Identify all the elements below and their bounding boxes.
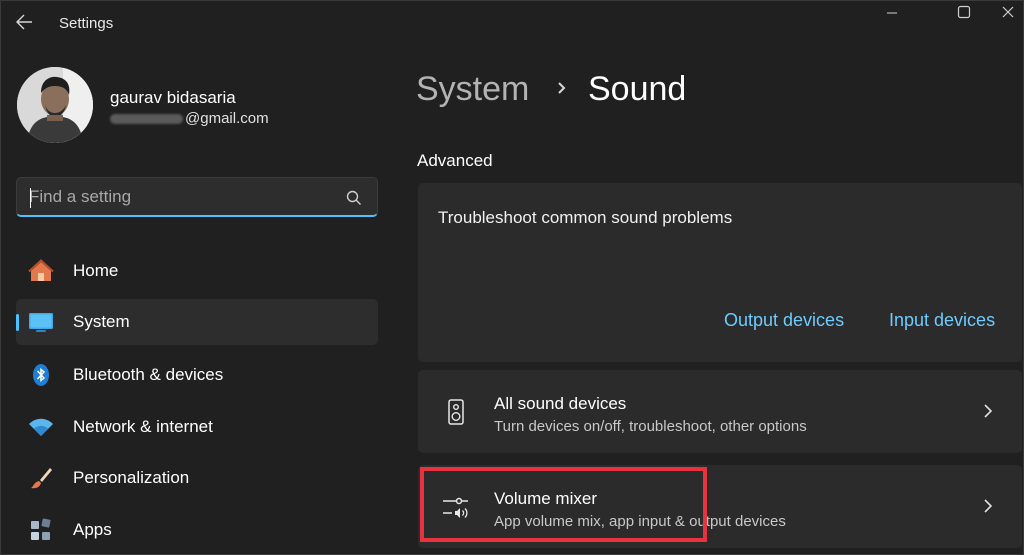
sidebar-item-label: Bluetooth & devices bbox=[73, 365, 224, 384]
sidebar-item-network[interactable]: Network & internet bbox=[16, 404, 378, 450]
speaker-icon bbox=[448, 399, 464, 425]
user-name: gaurav bidasaria bbox=[110, 88, 236, 107]
minimize-button[interactable] bbox=[870, 2, 914, 24]
row-subtitle: Turn devices on/off, troubleshoot, other… bbox=[494, 418, 807, 435]
sidebar-item-apps[interactable]: Apps bbox=[16, 507, 378, 553]
brush-icon bbox=[31, 468, 52, 489]
maximize-button[interactable] bbox=[942, 2, 986, 24]
troubleshoot-card: Troubleshoot common sound problems Outpu… bbox=[418, 183, 1022, 362]
back-button[interactable] bbox=[12, 10, 38, 34]
profile-photo bbox=[17, 67, 93, 143]
active-indicator bbox=[16, 314, 19, 331]
input-devices-link[interactable]: Input devices bbox=[889, 310, 995, 331]
user-email: @gmail.com bbox=[110, 110, 269, 127]
wifi-icon bbox=[29, 418, 53, 436]
bluetooth-icon bbox=[33, 364, 49, 386]
sidebar-item-bluetooth[interactable]: Bluetooth & devices bbox=[16, 352, 378, 398]
all-sound-devices-row[interactable]: All sound devices Turn devices on/off, t… bbox=[418, 370, 1022, 453]
sidebar-item-label: Apps bbox=[73, 520, 112, 539]
chevron-right-icon bbox=[558, 82, 566, 94]
breadcrumb-parent[interactable]: System bbox=[416, 70, 529, 109]
sidebar-item-system[interactable]: System bbox=[16, 299, 378, 345]
sidebar-item-label: Home bbox=[73, 261, 119, 280]
highlight-annotation bbox=[420, 467, 707, 542]
chevron-right-icon bbox=[984, 404, 993, 418]
email-redaction bbox=[110, 113, 183, 124]
row-title: All sound devices bbox=[494, 394, 627, 413]
search-input[interactable] bbox=[29, 184, 329, 210]
email-suffix: @gmail.com bbox=[185, 110, 269, 127]
app-title: Settings bbox=[59, 15, 114, 32]
sidebar-item-home[interactable]: Home bbox=[16, 248, 378, 294]
avatar[interactable] bbox=[17, 67, 93, 143]
maximize-icon bbox=[957, 5, 971, 19]
title-bar: Settings bbox=[0, 0, 1024, 44]
sidebar-item-label: System bbox=[73, 312, 130, 331]
arrow-left-icon bbox=[16, 14, 32, 30]
close-icon bbox=[1002, 6, 1014, 18]
output-devices-link[interactable]: Output devices bbox=[724, 310, 844, 331]
page-title: Sound bbox=[588, 70, 687, 108]
text-caret bbox=[30, 188, 31, 208]
section-title: Advanced bbox=[417, 151, 493, 170]
home-icon bbox=[28, 259, 54, 281]
chevron-right-icon bbox=[984, 499, 993, 513]
monitor-icon bbox=[29, 313, 53, 332]
sidebar-item-label: Personalization bbox=[73, 468, 190, 487]
troubleshoot-label: Troubleshoot common sound problems bbox=[438, 208, 733, 227]
sidebar-item-label: Network & internet bbox=[73, 417, 213, 436]
sidebar-item-personalization[interactable]: Personalization bbox=[16, 455, 378, 501]
apps-icon bbox=[31, 518, 51, 540]
search-icon[interactable] bbox=[345, 189, 363, 207]
minimize-icon bbox=[887, 12, 897, 14]
search-box[interactable] bbox=[16, 177, 378, 217]
close-button[interactable] bbox=[986, 2, 1024, 24]
